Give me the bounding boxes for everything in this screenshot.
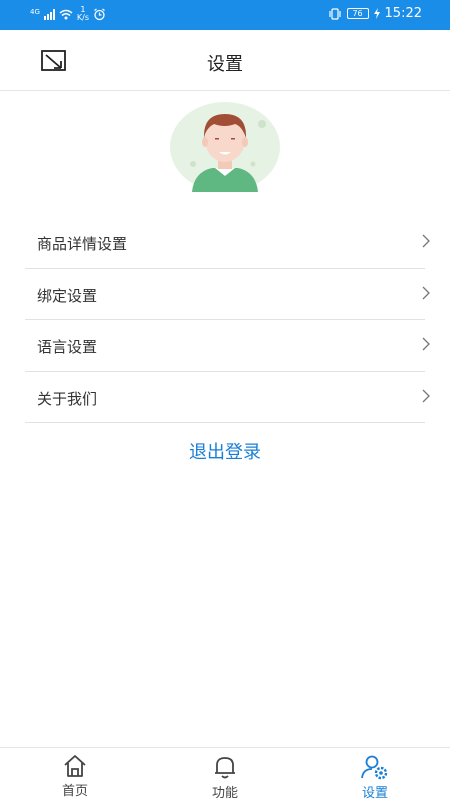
wifi-icon: [59, 9, 73, 19]
menu-item-label: 绑定设置: [37, 286, 98, 305]
title-bar: 设置: [0, 30, 450, 91]
signal-icon: [43, 8, 55, 20]
home-icon: [64, 755, 86, 777]
tab-label: 首页: [61, 784, 88, 799]
menu-item-product-detail-settings[interactable]: 商品详情设置: [25, 217, 430, 269]
menu-item-about-us[interactable]: 关于我们: [25, 372, 430, 423]
chevron-right-icon: [422, 286, 430, 299]
tab-label: 功能: [211, 786, 238, 800]
user-avatar[interactable]: [170, 102, 280, 192]
chevron-right-icon: [422, 337, 430, 351]
net-speed: 1 K/s: [77, 6, 89, 22]
bottom-tab-bar: 首页 功能 设置: [0, 747, 450, 800]
vibrate-icon: [328, 7, 341, 20]
menu-item-label: 商品详情设置: [37, 235, 128, 253]
tab-home[interactable]: 首页: [35, 754, 115, 799]
menu-item-language-settings[interactable]: 语言设置: [25, 320, 430, 372]
tab-functions[interactable]: 功能: [185, 754, 265, 800]
alarm-icon: [94, 8, 105, 20]
battery-level: 76: [352, 9, 363, 18]
page-title: 设置: [207, 54, 243, 75]
battery-icon: 76: [346, 8, 369, 19]
menu-item-binding-settings[interactable]: 绑定设置: [25, 269, 430, 320]
bell-icon: [215, 757, 235, 779]
net-speed-unit: K/s: [76, 13, 89, 22]
clock: 15:22: [384, 6, 422, 21]
tab-settings[interactable]: 设置: [335, 754, 415, 800]
menu-item-label: 关于我们: [37, 389, 98, 408]
tab-label: 设置: [361, 786, 388, 800]
status-left: 4G 1 K/s: [30, 6, 106, 22]
logout-button[interactable]: 退出登录: [0, 438, 450, 464]
chevron-right-icon: [422, 389, 430, 402]
settings-menu: 商品详情设置 绑定设置 语言设置 关于我们: [25, 217, 430, 423]
user-settings-icon: [361, 755, 388, 780]
status-right: 76 15:22: [328, 6, 422, 21]
carrier-tag: 4G: [30, 7, 40, 16]
charging-icon: [373, 8, 380, 19]
chevron-right-icon: [422, 234, 430, 248]
status-bar: 4G 1 K/s 76 15:22: [0, 0, 450, 30]
menu-item-label: 语言设置: [37, 338, 98, 356]
